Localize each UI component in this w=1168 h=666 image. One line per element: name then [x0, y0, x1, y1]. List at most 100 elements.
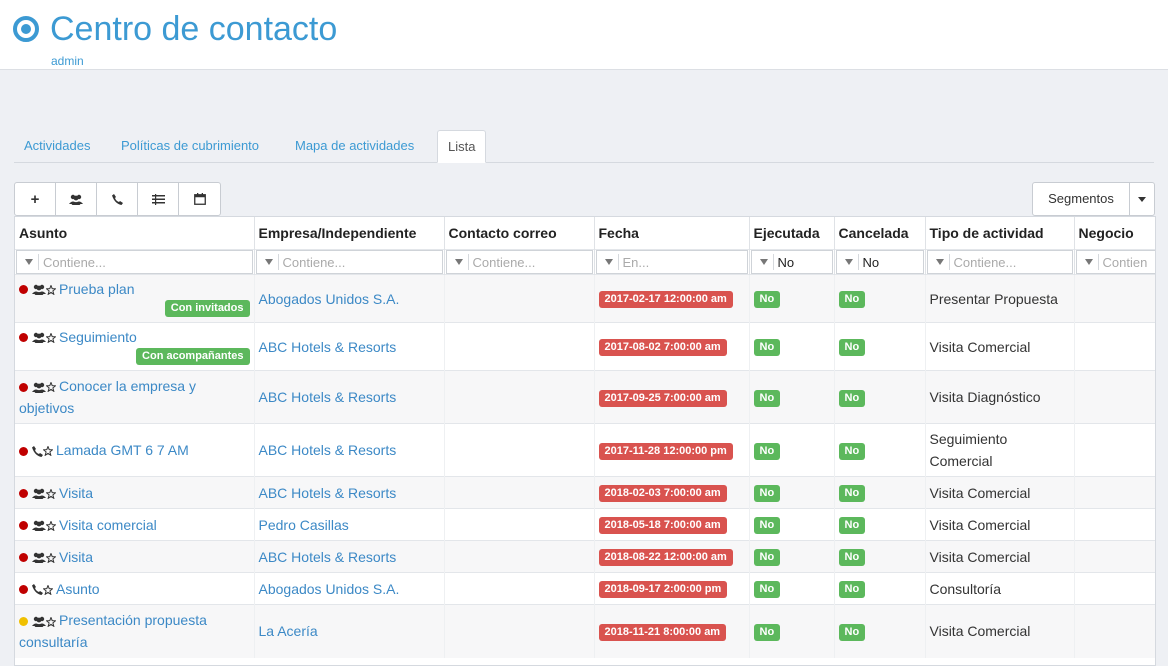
- table-row[interactable]: Conocer la empresa y objetivos ABC Hotels…: [15, 370, 1155, 424]
- cancelled-badge: No: [838, 623, 866, 641]
- company-link[interactable]: ABC Hotels & Resorts: [259, 389, 397, 405]
- tab-lista[interactable]: Lista: [437, 130, 487, 163]
- company-link[interactable]: ABC Hotels & Resorts: [259, 485, 397, 501]
- cell-cancelada: No: [834, 274, 926, 323]
- star-outline-icon[interactable]: [45, 487, 57, 500]
- column-header-asunto[interactable]: Asunto: [15, 217, 255, 250]
- table-row[interactable]: Asunto Abogados Unidos S.A. 2018-09-17 2:0…: [15, 572, 1155, 605]
- column-header-negocio[interactable]: Negocio: [1074, 217, 1155, 250]
- column-header-ejecutada[interactable]: Ejecutada: [749, 217, 835, 250]
- executed-badge: No: [753, 549, 781, 566]
- segments-caret-button[interactable]: [1130, 183, 1154, 215]
- cell-tipo-actividad: Visita Comercial: [925, 476, 1075, 509]
- calendar-button[interactable]: [179, 183, 220, 215]
- cell-fecha: 2017-02-17 12:00:00 am: [594, 274, 750, 323]
- activity-subject-link[interactable]: Lamada GMT 6 7 AM: [56, 442, 189, 458]
- filter-icon[interactable]: [264, 259, 273, 265]
- new-meeting-button[interactable]: [56, 183, 97, 215]
- cell-asunto: Visita comercial: [15, 508, 255, 541]
- filter-icon[interactable]: [454, 259, 463, 265]
- filter-negocio[interactable]: Contien: [1075, 250, 1155, 274]
- tab-politicas-de-cubrimiento[interactable]: Políticas de cubrimiento: [111, 130, 269, 162]
- filter-icon[interactable]: [844, 259, 853, 265]
- status-dot-icon: [19, 617, 28, 627]
- header-row: Asunto Empresa/Independiente Contacto co…: [15, 217, 1155, 250]
- star-outline-icon[interactable]: [45, 381, 57, 393]
- executed-badge: No: [753, 291, 781, 308]
- tab-mapa-de-actividades[interactable]: Mapa de actividades: [285, 130, 424, 162]
- table-row[interactable]: Lamada GMT 6 7 AM ABC Hotels & Resorts 201…: [15, 423, 1155, 477]
- cell-tipo-actividad: Visita Comercial: [925, 540, 1075, 573]
- star-outline-icon[interactable]: [45, 331, 57, 344]
- company-link[interactable]: Pedro Casillas: [259, 517, 349, 533]
- table-row[interactable]: Visita ABC Hotels & Resorts 2018-08-22 12:…: [15, 540, 1155, 573]
- filter-asunto[interactable]: Contiene...: [16, 250, 253, 274]
- filter-tipo-actividad[interactable]: Contiene...: [926, 250, 1073, 274]
- filter-icon[interactable]: [1084, 259, 1093, 265]
- add-button[interactable]: +: [15, 183, 56, 215]
- column-header-contacto-correo[interactable]: Contacto correo: [444, 217, 595, 250]
- filter-contacto-correo[interactable]: Contiene...: [445, 250, 593, 274]
- table-row[interactable]: Visita ABC Hotels & Resorts 2018-02-03 7:0…: [15, 476, 1155, 509]
- company-link[interactable]: Abogados Unidos S.A.: [259, 581, 400, 597]
- star-outline-icon[interactable]: [42, 583, 54, 596]
- column-header-cancelada[interactable]: Cancelada: [834, 217, 926, 250]
- activity-subject-link[interactable]: Prueba plan: [59, 281, 135, 297]
- filter-icon[interactable]: [935, 259, 944, 265]
- cancelled-badge: No: [838, 549, 866, 566]
- company-link[interactable]: ABC Hotels & Resorts: [259, 549, 397, 565]
- filter-fecha[interactable]: En...: [595, 250, 748, 274]
- status-dot-icon: [19, 521, 28, 531]
- filter-icon[interactable]: [25, 259, 33, 265]
- new-call-button[interactable]: [97, 183, 138, 215]
- company-link[interactable]: La Acería: [259, 623, 318, 639]
- executed-badge: No: [753, 581, 781, 598]
- cell-cancelada: No: [834, 370, 926, 424]
- list-view-button[interactable]: [138, 183, 179, 215]
- date-badge: 2018-11-21 8:00:00 am: [598, 623, 727, 641]
- cell-contacto-correo: [444, 604, 595, 658]
- table-row[interactable]: Visita comercial Pedro Casillas 2018-05-18…: [15, 508, 1155, 541]
- activity-subject-link[interactable]: Seguimiento: [59, 329, 137, 345]
- activity-type: Visita Comercial: [929, 623, 1031, 640]
- cell-tipo-actividad: Visita Comercial: [925, 322, 1075, 371]
- table-row[interactable]: Prueba plan Con invitados Abogados Unidos …: [15, 274, 1155, 323]
- filter-ejecutada[interactable]: No: [750, 250, 833, 274]
- filter-icon[interactable]: [759, 259, 768, 265]
- cell-asunto: Presentación propuesta consultaría: [15, 604, 255, 658]
- segments-button[interactable]: Segmentos: [1033, 183, 1130, 215]
- star-outline-icon[interactable]: [45, 519, 57, 532]
- activity-subject-link[interactable]: Visita comercial: [59, 517, 157, 533]
- column-header-fecha[interactable]: Fecha: [594, 217, 750, 250]
- table-row[interactable]: Presentación propuesta consultaría La Ace…: [15, 604, 1155, 658]
- star-outline-icon[interactable]: [45, 283, 57, 296]
- company-link[interactable]: ABC Hotels & Resorts: [259, 442, 397, 458]
- column-header-tipo-actividad[interactable]: Tipo de actividad: [925, 217, 1075, 250]
- activity-subject-link[interactable]: Asunto: [56, 581, 100, 597]
- star-outline-icon[interactable]: [45, 615, 57, 628]
- cell-tipo-actividad: Visita Comercial: [925, 604, 1075, 658]
- group-icon: [32, 521, 46, 532]
- company-link[interactable]: ABC Hotels & Resorts: [259, 339, 397, 355]
- company-link[interactable]: Abogados Unidos S.A.: [259, 291, 400, 307]
- activity-subject-link[interactable]: Visita: [59, 549, 93, 565]
- filter-row: Contiene... Contiene... Contiene... En..…: [15, 249, 1155, 275]
- activity-type: Visita Diagnóstico: [929, 389, 1041, 405]
- filter-empresa[interactable]: Contiene...: [255, 250, 443, 274]
- activity-subject-link[interactable]: Visita: [59, 485, 93, 501]
- filter-icon[interactable]: [604, 259, 613, 265]
- calendar-icon: [193, 193, 206, 205]
- cell-ejecutada: No: [749, 540, 835, 573]
- tab-actividades[interactable]: Actividades: [14, 130, 100, 162]
- executed-badge: No: [753, 442, 781, 460]
- filter-cancelada[interactable]: No: [835, 250, 924, 274]
- table-row[interactable]: Seguimiento Con acompañantes ABC Hotels & …: [15, 322, 1155, 371]
- cell-fecha: 2018-08-22 12:00:00 am: [594, 540, 750, 573]
- cell-ejecutada: No: [749, 476, 835, 509]
- activity-type: Visita Comercial: [929, 484, 1031, 501]
- star-outline-icon[interactable]: [42, 445, 54, 457]
- cell-fecha: 2018-02-03 7:00:00 am: [594, 476, 750, 509]
- current-user-link[interactable]: admin: [51, 54, 84, 68]
- column-header-empresa[interactable]: Empresa/Independiente: [254, 217, 445, 250]
- star-outline-icon[interactable]: [45, 551, 57, 564]
